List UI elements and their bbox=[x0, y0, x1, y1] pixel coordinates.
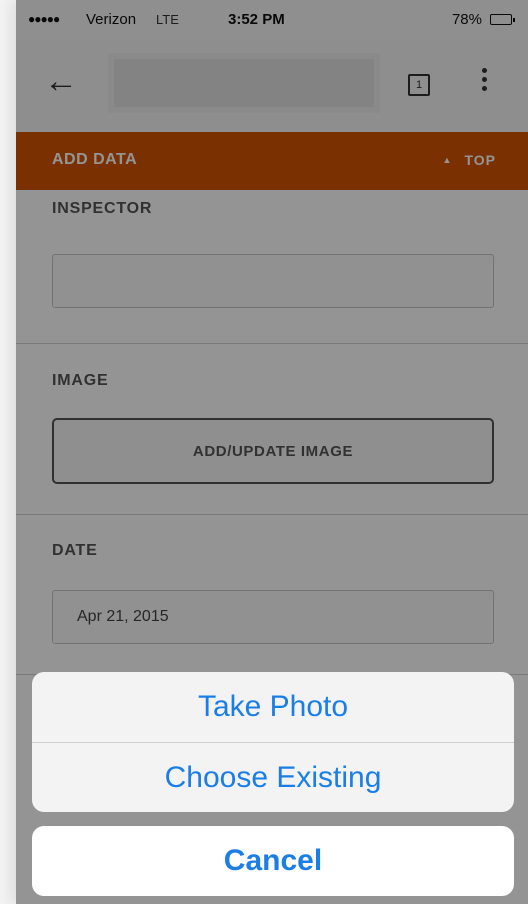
phone-screen: ●●●●● Verizon LTE 3:52 PM 78% ← 1 ADD DA… bbox=[16, 0, 528, 904]
choose-existing-button[interactable]: Choose Existing bbox=[32, 743, 514, 812]
take-photo-button[interactable]: Take Photo bbox=[32, 672, 514, 742]
action-sheet: Take Photo Choose Existing bbox=[32, 672, 514, 812]
cancel-button[interactable]: Cancel bbox=[32, 826, 514, 896]
